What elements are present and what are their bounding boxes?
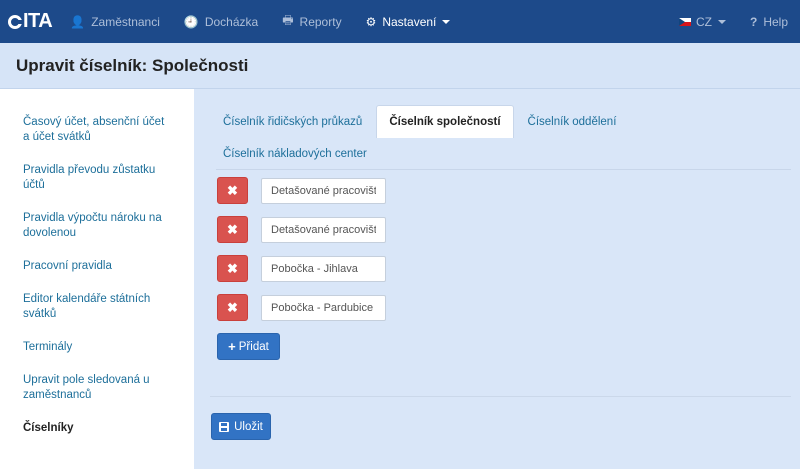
codelist-tabs: Číselník řidičských průkazů Číselník spo… — [216, 105, 791, 170]
clock-icon: 🕘 — [183, 14, 199, 29]
delete-button[interactable]: ✖ — [217, 255, 248, 282]
tab-departments[interactable]: Číselník oddělení — [521, 105, 624, 138]
nav-item-zamestnanci[interactable]: 👤 Zaměstnanci — [58, 0, 172, 43]
floppy-disk-icon — [219, 421, 230, 432]
sidebar-item-holiday-calendar[interactable]: Editor kalendáře státních svátků — [0, 292, 194, 322]
nav-right: CZ ? Help — [667, 0, 800, 43]
delete-button[interactable]: ✖ — [217, 216, 248, 243]
plus-icon: + — [228, 339, 236, 354]
list-item: ✖ — [217, 216, 386, 243]
main-menu: 👤 Zaměstnanci 🕘 Docházka 🖶 Reporty ⚙ Nas… — [58, 0, 462, 43]
list-item: ✖ — [217, 177, 386, 204]
entry-input[interactable] — [261, 255, 386, 282]
page-header: Upravit číselník: Společnosti — [0, 43, 800, 89]
nav-item-dochazka[interactable]: 🕘 Docházka — [172, 0, 270, 43]
save-button[interactable]: Uložit — [211, 413, 271, 440]
divider — [210, 396, 791, 397]
entry-input[interactable] — [261, 177, 386, 204]
close-icon: ✖ — [227, 221, 238, 237]
settings-sidebar: Časový účet, absenční účet a účet svátků… — [0, 89, 194, 469]
page-title: Upravit číselník: Společnosti — [16, 55, 249, 75]
list-item: ✖ — [217, 294, 386, 321]
chevron-down-icon — [717, 19, 726, 24]
entry-input[interactable] — [261, 294, 386, 321]
sidebar-item-accounts[interactable]: Časový účet, absenční účet a účet svátků — [0, 115, 194, 145]
main-content: Číselník řidičských průkazů Číselník spo… — [194, 89, 800, 469]
question-icon: ? — [749, 14, 758, 29]
print-icon: 🖶 — [282, 13, 294, 27]
logo-c-icon — [8, 14, 23, 29]
czech-flag-icon — [678, 17, 691, 26]
sidebar-item-tracked-fields[interactable]: Upravit pole sledovaná u zaměstnanců — [0, 373, 194, 403]
sidebar-item-vacation-rules[interactable]: Pravidla výpočtu nároku na dovolenou — [0, 211, 194, 241]
sidebar-item-terminals[interactable]: Terminály — [0, 340, 194, 355]
sidebar-item-work-rules[interactable]: Pracovní pravidla — [0, 259, 194, 274]
sidebar-item-codelists[interactable]: Číselníky — [0, 421, 194, 436]
list-item: ✖ — [217, 255, 386, 282]
language-dropdown[interactable]: CZ — [667, 0, 738, 43]
chevron-down-icon — [442, 19, 451, 24]
nav-item-nastaveni[interactable]: ⚙ Nastavení — [354, 0, 463, 43]
tab-cost-centers[interactable]: Číselník nákladových center — [216, 148, 374, 160]
gear-icon: ⚙ — [365, 14, 377, 29]
add-button[interactable]: + Přidat — [217, 333, 280, 360]
close-icon: ✖ — [227, 182, 238, 198]
delete-button[interactable]: ✖ — [217, 177, 248, 204]
top-navbar: ITA 👤 Zaměstnanci 🕘 Docházka 🖶 Reporty ⚙… — [0, 0, 800, 43]
sidebar-item-transfer-rules[interactable]: Pravidla převodu zůstatku účtů — [0, 163, 194, 193]
delete-button[interactable]: ✖ — [217, 294, 248, 321]
tab-companies[interactable]: Číselník společností — [376, 105, 514, 138]
tab-drivers-licenses[interactable]: Číselník řidičských průkazů — [216, 105, 369, 138]
entry-input[interactable] — [261, 216, 386, 243]
entries-list: ✖ ✖ ✖ ✖ — [217, 177, 386, 333]
close-icon: ✖ — [227, 260, 238, 276]
help-link[interactable]: ? Help — [738, 0, 800, 43]
ita-logo[interactable]: ITA — [8, 0, 53, 43]
user-icon: 👤 — [70, 14, 86, 29]
nav-item-reporty[interactable]: 🖶 Reporty — [270, 0, 353, 43]
close-icon: ✖ — [227, 299, 238, 315]
